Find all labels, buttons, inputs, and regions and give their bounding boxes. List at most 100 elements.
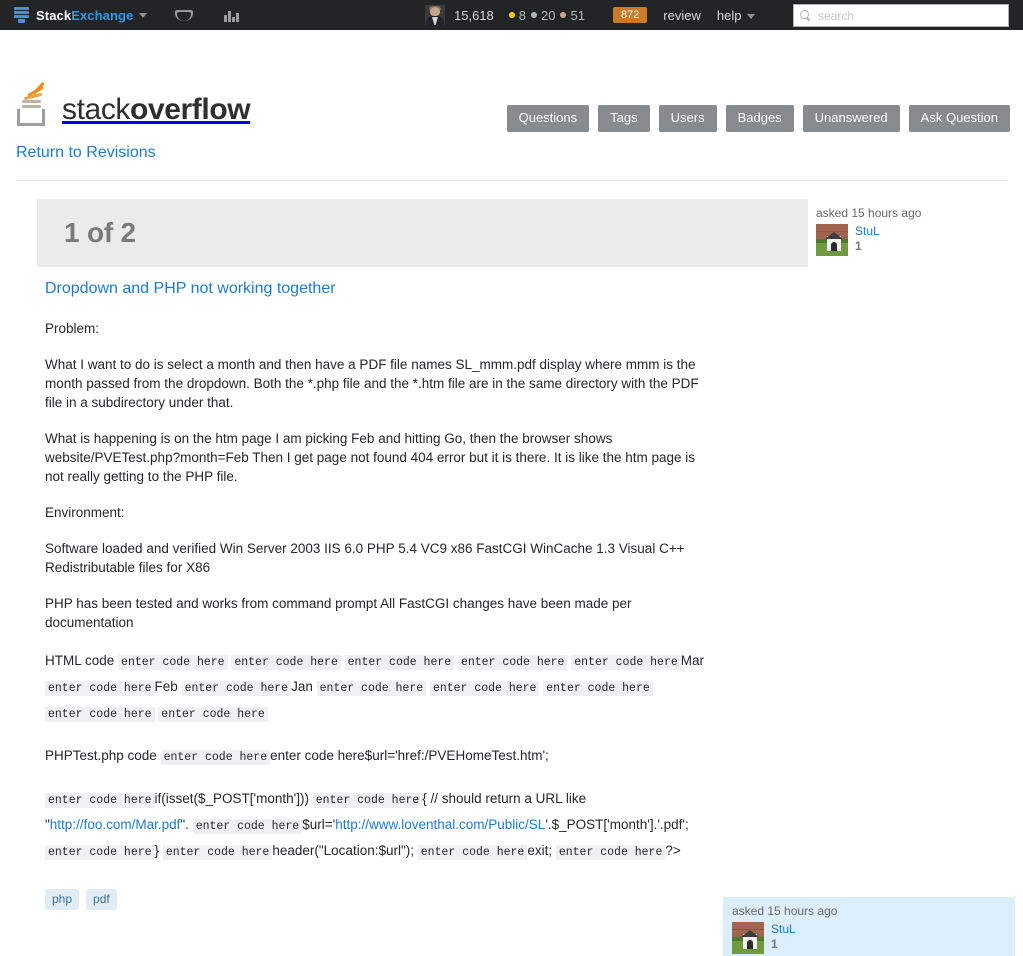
html-code-label: HTML code <box>45 653 115 668</box>
bronze-badge-icon <box>560 12 567 18</box>
logo-text-light: stack <box>62 93 131 126</box>
code-placeholder: enter code here <box>555 845 666 860</box>
doghouse-avatar-icon[interactable] <box>816 224 848 256</box>
code-placeholder: enter code here <box>45 681 155 696</box>
achievements-button[interactable] <box>221 0 243 30</box>
nav-questions[interactable]: Questions <box>506 105 590 132</box>
paragraph-environment-label: Environment: <box>45 505 125 520</box>
user-status-group: 15,618 8 20 51 872 review help <box>425 0 756 30</box>
after-link2: '.$_POST['month'].'.pdf'; <box>545 817 689 832</box>
user-meta: StuL 1 <box>855 224 880 254</box>
header-divider <box>16 180 1007 181</box>
nav-users[interactable]: Users <box>658 105 717 132</box>
code-placeholder: enter code here <box>571 655 681 670</box>
gold-badge-icon <box>508 12 515 18</box>
paragraph-php-code: PHPTest.php code enter code here enter co… <box>45 744 705 770</box>
month-jan: Jan <box>291 679 313 694</box>
gold-badge-count: 8 <box>518 7 526 23</box>
stackexchange-label-suffix: Exchange <box>71 7 134 23</box>
asked-user-card-bottom: asked 15 hours ago StuL 1 <box>723 897 1015 956</box>
stackoverflow-logo[interactable]: stackoverflow <box>17 81 251 126</box>
tag-php[interactable]: php <box>45 889 80 910</box>
user-row: StuL 1 <box>816 224 1015 256</box>
code-placeholder: enter code here <box>543 681 653 696</box>
revision-counter: 1 of 2 <box>64 217 136 248</box>
chevron-down-icon <box>139 12 148 18</box>
post-content: Dropdown and PHP not working together Pr… <box>45 280 705 910</box>
brace-close: } <box>154 843 160 858</box>
user-name-link[interactable]: StuL <box>771 922 796 937</box>
reputation-value: 15,618 <box>454 7 494 23</box>
loventhal-url-link[interactable]: http://www.loventhal.com/Public/SL <box>335 817 545 832</box>
return-to-revisions-link[interactable]: Return to Revisions <box>16 144 156 162</box>
stack-logo-icon <box>14 7 29 23</box>
stackexchange-label: StackExchange <box>36 8 133 23</box>
main-navigation: Questions Tags Users Badges Unanswered A… <box>506 105 1010 132</box>
silver-badge-icon <box>531 12 537 18</box>
php-code-seg1: enter code here$url='href:/PVEHomeTest.h… <box>270 748 549 763</box>
php-close-tag: ?> <box>665 843 681 858</box>
review-queue-badge[interactable]: 872 <box>612 7 648 23</box>
bronze-badge-count: 51 <box>570 7 585 23</box>
code-placeholder: enter code here <box>118 655 228 670</box>
paragraph-software: Software loaded and verified Win Server … <box>45 541 685 575</box>
example-url-link[interactable]: http://foo.com/Mar.pdf <box>50 817 181 832</box>
code-placeholder: enter code here <box>429 681 540 696</box>
code-placeholder: enter code here <box>45 707 155 722</box>
code-placeholder: enter code here <box>158 707 268 722</box>
post-title-link[interactable]: Dropdown and PHP not working together <box>45 280 705 298</box>
code-placeholder: enter code here <box>162 845 273 860</box>
site-header: stackoverflow Questions Tags Users Badge… <box>0 30 1023 132</box>
code-placeholder: enter code here <box>457 655 568 670</box>
month-feb: Feb <box>154 679 178 694</box>
inbox-icon <box>175 9 194 21</box>
user-name-link[interactable]: StuL <box>855 224 880 239</box>
user-reputation: 1 <box>855 239 862 253</box>
code-placeholder: enter code here <box>160 750 271 765</box>
code-placeholder: enter code here <box>181 681 292 696</box>
search-box[interactable] <box>793 4 1009 27</box>
code-placeholder: enter code here <box>45 845 155 860</box>
achievements-icon <box>224 9 240 22</box>
network-topbar: StackExchange 15,618 8 20 51 872 review … <box>0 0 1023 30</box>
paragraph-issue: What is happening is on the htm page I a… <box>45 431 696 484</box>
after-link1: ". <box>180 817 189 832</box>
asked-timestamp: asked 15 hours ago <box>816 206 922 220</box>
code-placeholder: enter code here <box>45 793 155 808</box>
nav-tags[interactable]: Tags <box>598 105 650 132</box>
nav-unanswered[interactable]: Unanswered <box>802 105 900 132</box>
stackexchange-menu-button[interactable]: StackExchange <box>14 0 148 30</box>
user-avatar-icon[interactable] <box>425 5 445 25</box>
doghouse-avatar-icon[interactable] <box>732 922 764 954</box>
user-row: StuL 1 <box>732 922 1015 954</box>
php-exit: exit; <box>527 843 553 858</box>
logo-text-bold: overflow <box>130 93 251 126</box>
paragraph-html-code: HTML code enter code here enter code her… <box>45 649 705 727</box>
code-placeholder: enter code here <box>192 819 303 834</box>
help-link[interactable]: help <box>717 8 756 23</box>
paragraph-php-block: enter code here if(isset($_POST['month'])… <box>45 787 705 865</box>
stackoverflow-logo-text: stackoverflow <box>62 93 251 126</box>
tag-list: php pdf <box>45 889 705 910</box>
paragraph-problem-label: Problem: <box>45 321 100 336</box>
stackexchange-label-prefix: Stack <box>36 7 72 23</box>
php-code-isset: if(isset($_POST['month'])) <box>154 791 309 806</box>
month-mar: Mar <box>680 653 705 668</box>
user-reputation: 1 <box>771 937 778 951</box>
chevron-down-icon <box>747 13 756 19</box>
php-url-assign: $url=' <box>302 817 336 832</box>
asked-user-card-top: asked 15 hours ago StuL 1 <box>810 199 1015 256</box>
search-input[interactable] <box>816 7 1000 24</box>
inbox-button[interactable] <box>173 0 195 30</box>
stackoverflow-logo-icon <box>17 81 53 126</box>
php-header-call: header("Location:$url"); <box>272 843 415 858</box>
php-code-label: PHPTest.php code <box>45 748 157 763</box>
paragraph-goal: What I want to do is select a month and … <box>45 357 699 410</box>
silver-badge-count: 20 <box>541 7 556 23</box>
nav-ask-question[interactable]: Ask Question <box>908 105 1010 132</box>
nav-badges[interactable]: Badges <box>725 105 794 132</box>
revision-header: 1 of 2 <box>37 199 808 267</box>
tag-pdf[interactable]: pdf <box>86 889 117 910</box>
review-link[interactable]: review <box>663 8 701 23</box>
php-code-comment: { // should return a URL like <box>422 791 587 806</box>
